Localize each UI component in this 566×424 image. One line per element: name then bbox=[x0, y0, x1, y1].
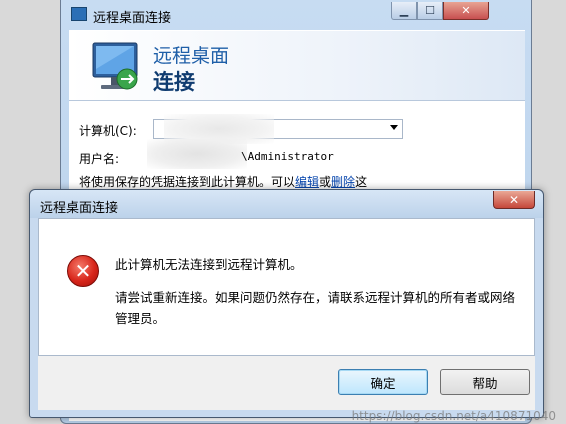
username-value: \Administrator bbox=[241, 150, 334, 163]
error-icon: ✕ bbox=[67, 255, 99, 287]
help-button[interactable]: 帮助 bbox=[440, 369, 530, 395]
dialog-close-button[interactable]: ✕ bbox=[493, 191, 535, 209]
error-detail-message: 请尝试重新连接。如果问题仍然存在，请联系远程计算机的所有者或网络管理员。 bbox=[115, 290, 516, 326]
dialog-titlebar: 远程桌面连接 ✕ bbox=[30, 190, 543, 218]
username-label: 用户名: bbox=[79, 152, 120, 166]
window-titlebar: 远程桌面连接 ▁ ☐ ✕ bbox=[61, 0, 531, 30]
dialog-button-bar: 确定 帮助 bbox=[38, 356, 535, 410]
maximize-button[interactable]: ☐ bbox=[417, 2, 443, 20]
minimize-button[interactable]: ▁ bbox=[391, 2, 417, 20]
close-button[interactable]: ✕ bbox=[443, 2, 489, 20]
remote-desktop-icon bbox=[71, 7, 87, 21]
window-header: 远程桌面 连接 bbox=[69, 30, 525, 101]
error-dialog: 远程桌面连接 ✕ ✕ 此计算机无法连接到远程计算机。 请尝试重新连接。如果问题仍… bbox=[29, 189, 544, 418]
edit-link[interactable]: 编辑 bbox=[295, 175, 319, 189]
watermark: https://blog.csdn.net/a410871040 bbox=[351, 409, 556, 423]
dialog-title: 远程桌面连接 bbox=[40, 201, 119, 216]
header-title-line2: 连接 bbox=[153, 70, 195, 94]
monitor-icon bbox=[92, 42, 138, 90]
chevron-down-icon[interactable] bbox=[390, 125, 398, 130]
computer-label: 计算机(C): bbox=[79, 124, 137, 138]
computer-input[interactable] bbox=[153, 114, 403, 144]
redaction-blur bbox=[147, 139, 247, 169]
error-main-message: 此计算机无法连接到远程计算机。 bbox=[115, 257, 303, 272]
dialog-content: ✕ 此计算机无法连接到远程计算机。 请尝试重新连接。如果问题仍然存在，请联系远程… bbox=[38, 218, 535, 356]
ok-button[interactable]: 确定 bbox=[338, 369, 428, 395]
window-title: 远程桌面连接 bbox=[93, 11, 172, 26]
saved-credentials-text: 将使用保存的凭据连接到此计算机。可以编辑或删除这 bbox=[79, 175, 368, 189]
header-title-line1: 远程桌面 bbox=[153, 45, 230, 67]
delete-link[interactable]: 删除 bbox=[331, 175, 355, 189]
